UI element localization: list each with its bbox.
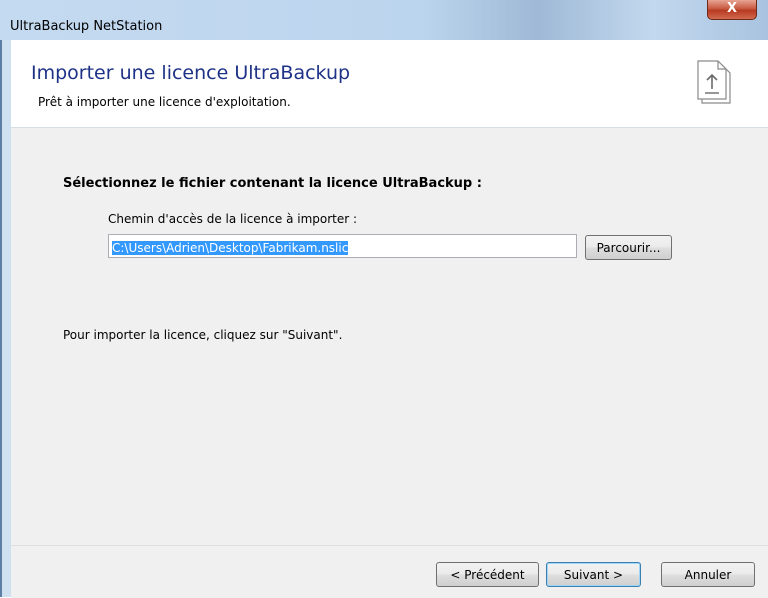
select-file-prompt: Sélectionnez le fichier contenant la lic… (63, 176, 482, 191)
previous-button[interactable]: < Précédent (436, 562, 539, 587)
title-bar[interactable]: UltraBackup NetStation X (0, 0, 768, 40)
next-step-hint: Pour importer la licence, cliquez sur "S… (63, 328, 343, 342)
window-title: UltraBackup NetStation (10, 19, 163, 34)
window-frame-left (0, 40, 11, 597)
dialog-client-area: Importer une licence UltraBackup Prêt à … (11, 40, 768, 598)
cancel-button[interactable]: Annuler (661, 562, 755, 587)
wizard-footer: < Précédent Suivant > Annuler (11, 545, 768, 598)
license-path-value: C:\Users\Adrien\Desktop\Fabrikam.nslic (112, 241, 349, 255)
dialog-window: UltraBackup NetStation X Importer une li… (0, 0, 768, 598)
wizard-body: Sélectionnez le fichier contenant la lic… (11, 128, 768, 545)
next-button[interactable]: Suivant > (546, 562, 641, 587)
page-subtitle: Prêt à importer une licence d'exploitati… (38, 95, 291, 109)
close-icon: X (726, 1, 738, 16)
page-title: Importer une licence UltraBackup (31, 62, 351, 84)
wizard-header: Importer une licence UltraBackup Prêt à … (11, 40, 768, 128)
close-button[interactable]: X (707, 0, 757, 20)
license-path-input[interactable]: C:\Users\Adrien\Desktop\Fabrikam.nslic (108, 234, 577, 258)
path-field-label: Chemin d'accès de la licence à importer … (108, 212, 358, 226)
browse-button-wrap: Parcourir... (585, 235, 672, 260)
import-certificate-icon (697, 60, 731, 104)
browse-button[interactable]: Parcourir... (585, 235, 672, 260)
